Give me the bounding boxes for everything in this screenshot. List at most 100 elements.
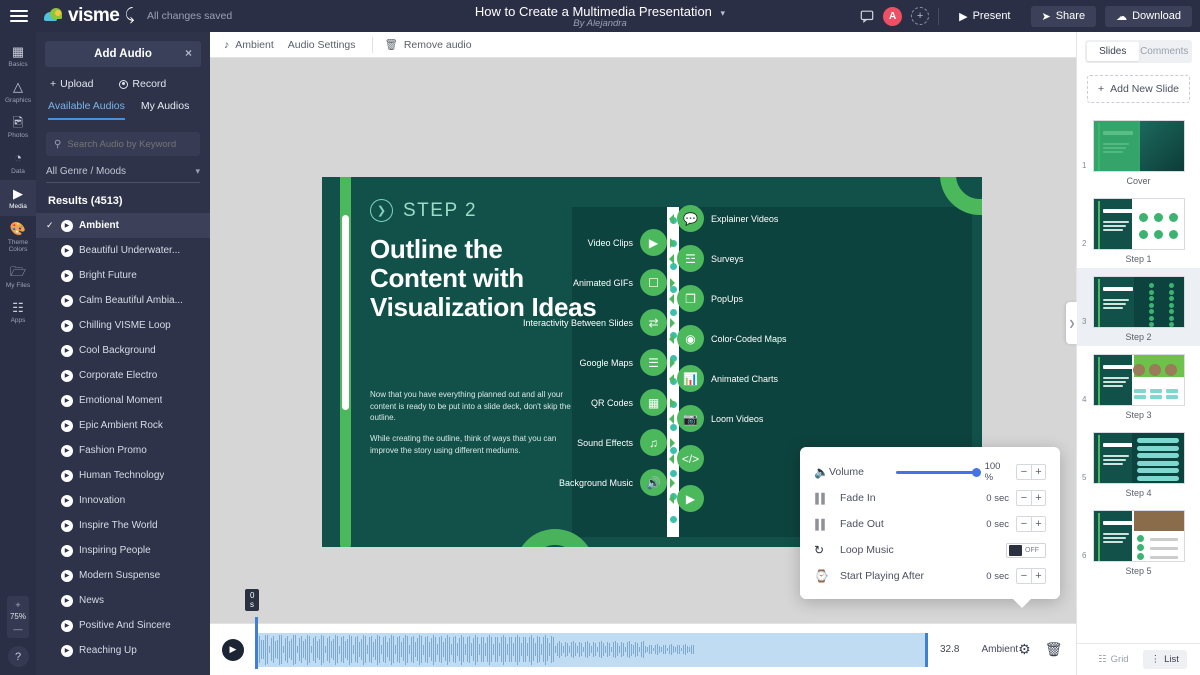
play-icon[interactable]: ▶	[61, 570, 73, 582]
slide-thumbnail-item[interactable]: 1Cover	[1077, 112, 1200, 190]
undo-icon[interactable]: ⤸	[125, 7, 135, 25]
slide-node-left[interactable]: Background Music🔊	[559, 469, 667, 496]
hamburger-menu-icon[interactable]	[0, 10, 38, 22]
play-icon[interactable]: ▶	[61, 495, 73, 507]
list-item[interactable]: ▶Bright Future	[36, 263, 210, 288]
slide-thumbnail[interactable]	[1093, 198, 1185, 250]
stepper[interactable]: −+	[1016, 568, 1046, 584]
play-icon[interactable]: ▶	[61, 645, 73, 657]
sidebar-item-data[interactable]: ◔ Data	[0, 145, 36, 181]
list-item[interactable]: ▶Chilling VISME Loop	[36, 313, 210, 338]
trim-end-handle[interactable]	[925, 633, 928, 667]
slide-node-right[interactable]: ❐PopUps	[677, 285, 743, 312]
add-collaborator-icon[interactable]: +	[911, 7, 929, 25]
play-icon[interactable]: ▶	[61, 320, 73, 332]
slide-thumbnail-item[interactable]: 2Step 1	[1077, 190, 1200, 268]
stepper-minus[interactable]: −	[1017, 517, 1031, 531]
play-icon[interactable]: ▶	[222, 639, 244, 661]
slide-node-left[interactable]: Google Maps☰	[579, 349, 667, 376]
stepper[interactable]: −+	[1016, 464, 1046, 480]
tab-slides[interactable]: Slides	[1087, 42, 1139, 61]
sidebar-item-basics[interactable]: ▦ Basics	[0, 38, 36, 74]
play-icon[interactable]: ▶	[61, 370, 73, 382]
waveform[interactable]	[255, 633, 928, 667]
audio-settings-button[interactable]: Audio Settings	[288, 39, 370, 51]
list-item[interactable]: ✓▶Ambient	[36, 213, 210, 238]
context-track-name[interactable]: ♪ Ambient	[224, 39, 288, 51]
search-audio-box[interactable]: ⚲	[46, 132, 200, 156]
share-button[interactable]: ➤ Share	[1031, 6, 1097, 27]
list-item[interactable]: ▶Emotional Moment	[36, 388, 210, 413]
stepper[interactable]: −+	[1016, 516, 1046, 532]
slide-node-right[interactable]: ☲Surveys	[677, 245, 744, 272]
list-view-button[interactable]: ⋮ List	[1143, 650, 1187, 669]
play-icon[interactable]: ▶	[61, 395, 73, 407]
slide-thumbnail[interactable]	[1093, 276, 1185, 328]
waveform-area[interactable]: 0 s	[255, 633, 928, 667]
help-button[interactable]: ?	[8, 646, 29, 667]
slide-thumbnail-item[interactable]: 4Step 3	[1077, 346, 1200, 424]
list-item[interactable]: ▶Epic Ambient Rock	[36, 413, 210, 438]
sidebar-item-media[interactable]: ▶ Media	[0, 180, 36, 216]
slide-node-right[interactable]: ◉Color-Coded Maps	[677, 325, 787, 352]
slide-node-right[interactable]: </>	[677, 445, 711, 472]
slides-list[interactable]: 1Cover2Step 13Step 24Step 35Step 46Step …	[1077, 112, 1200, 643]
record-button[interactable]: Record	[119, 78, 166, 90]
grid-view-button[interactable]: ☷ Grid	[1090, 650, 1136, 669]
play-icon[interactable]: ▶	[61, 470, 73, 482]
slide-thumbnail[interactable]	[1093, 432, 1185, 484]
list-item[interactable]: ▶Inspiring People	[36, 538, 210, 563]
stepper-minus[interactable]: −	[1017, 569, 1031, 583]
list-item[interactable]: ▶Positive And Sincere	[36, 613, 210, 638]
slide-thumbnail[interactable]	[1093, 510, 1185, 562]
stepper-plus[interactable]: +	[1031, 491, 1045, 505]
stepper-plus[interactable]: +	[1031, 517, 1045, 531]
volume-slider[interactable]	[896, 471, 977, 474]
play-icon[interactable]: ▶	[61, 620, 73, 632]
play-icon[interactable]: ▶	[61, 520, 73, 532]
slide-thumbnail[interactable]	[1093, 354, 1185, 406]
zoom-out-button[interactable]: —	[14, 624, 23, 634]
slide-node-right[interactable]: 📊Animated Charts	[677, 365, 778, 392]
list-item[interactable]: ▶Beautiful Underwater...	[36, 238, 210, 263]
play-icon[interactable]: ▶	[61, 420, 73, 432]
play-icon[interactable]: ▶	[61, 295, 73, 307]
stepper-plus[interactable]: +	[1031, 465, 1045, 479]
tab-available-audios[interactable]: Available Audios	[48, 100, 125, 120]
list-item[interactable]: ▶Corporate Electro	[36, 363, 210, 388]
sidebar-item-theme-colors[interactable]: 🎨 Theme Colors	[0, 216, 36, 259]
slide-node-left[interactable]: Interactivity Between Slides⇄	[523, 309, 667, 336]
list-item[interactable]: ▶Reaching Up	[36, 638, 210, 663]
slide-node-left[interactable]: Animated GIFs☐	[573, 269, 667, 296]
list-item[interactable]: ▶Innovation	[36, 488, 210, 513]
trash-icon[interactable]: 🗑	[1045, 641, 1063, 658]
playhead[interactable]: 0 s	[255, 617, 258, 669]
brand-logo-group[interactable]: visme	[44, 5, 119, 27]
play-icon[interactable]: ▶	[61, 595, 73, 607]
stepper-minus[interactable]: −	[1017, 491, 1031, 505]
play-icon[interactable]: ▶	[61, 445, 73, 457]
play-icon[interactable]: ▶	[61, 345, 73, 357]
tab-comments[interactable]: Comments	[1139, 42, 1191, 61]
sidebar-item-my-files[interactable]: 🗁 My Files	[0, 259, 36, 295]
chevron-down-icon[interactable]: ▾	[721, 8, 726, 18]
play-icon[interactable]: ▶	[61, 545, 73, 557]
document-title[interactable]: How to Create a Multimedia Presentation …	[475, 4, 725, 19]
remove-audio-button[interactable]: 🗑 Remove audio	[385, 38, 486, 51]
close-icon[interactable]: ×	[185, 46, 192, 60]
list-item[interactable]: ▶Modern Suspense	[36, 563, 210, 588]
slide-node-right[interactable]: 📷Loom Videos	[677, 405, 763, 432]
sidebar-item-apps[interactable]: ☷ Apps	[0, 294, 36, 330]
play-icon[interactable]: ▶	[61, 270, 73, 282]
present-button[interactable]: ▶ Present	[948, 6, 1021, 27]
list-item[interactable]: ▶Calm Beautiful Ambia...	[36, 288, 210, 313]
zoom-in-button[interactable]: +	[15, 600, 20, 610]
list-item[interactable]: ▶Fashion Promo	[36, 438, 210, 463]
play-icon[interactable]: ▶	[61, 220, 73, 232]
genre-filter-select[interactable]: All Genre / Moods ▾	[46, 166, 200, 183]
stepper-plus[interactable]: +	[1031, 569, 1045, 583]
loop-toggle[interactable]: OFF	[1006, 543, 1046, 558]
gear-icon[interactable]: ⚙	[1018, 641, 1031, 658]
comment-icon[interactable]	[860, 9, 874, 23]
list-item[interactable]: ▶Human Technology	[36, 463, 210, 488]
